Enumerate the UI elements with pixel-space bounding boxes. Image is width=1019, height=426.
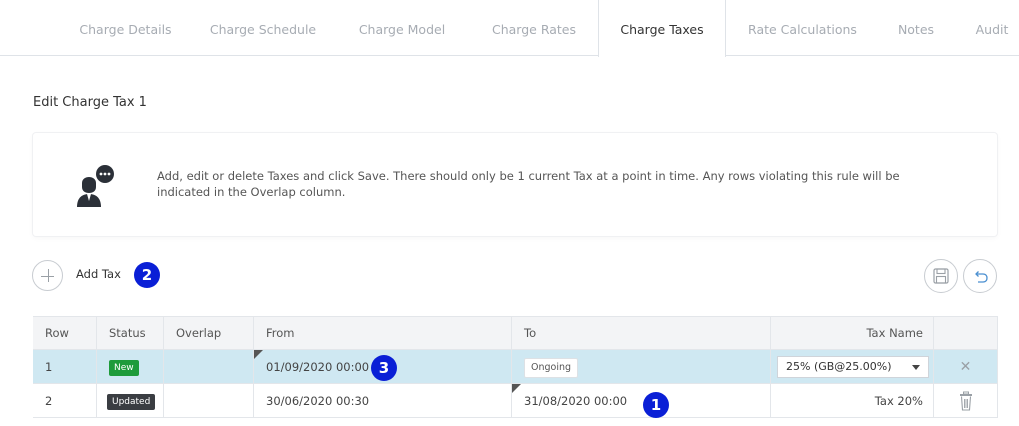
cell-tax-name[interactable]: Tax 20%: [771, 384, 934, 417]
header-status: Status: [97, 317, 164, 349]
annotation-badge-1: 1: [643, 392, 669, 418]
save-button[interactable]: [924, 259, 958, 293]
tab-charge-rates[interactable]: Charge Rates: [474, 0, 594, 56]
status-badge: New: [109, 359, 139, 376]
undo-icon: [975, 271, 988, 283]
tab-rate-calculations[interactable]: Rate Calculations: [735, 0, 870, 56]
table-row[interactable]: 2 Updated 30/06/2020 00:30 31/08/2020 00…: [33, 384, 998, 418]
close-icon[interactable]: ✕: [960, 359, 972, 375]
add-tax-label[interactable]: Add Tax: [76, 267, 121, 281]
tab-audit[interactable]: Audit: [962, 0, 1019, 56]
tab-charge-model[interactable]: Charge Model: [342, 0, 462, 56]
info-text: Add, edit or delete Taxes and click Save…: [157, 169, 900, 199]
cell-row: 2: [33, 384, 97, 417]
cell-to[interactable]: Ongoing: [512, 350, 771, 383]
edited-marker: [254, 350, 263, 359]
page-title: Edit Charge Tax 1: [33, 95, 147, 110]
cell-tax-name: 25% (GB@25.00%): [771, 350, 934, 383]
trash-icon[interactable]: [934, 384, 998, 417]
table-header-row: Row Status Overlap From To Tax Name: [33, 316, 998, 350]
support-agent-icon: [71, 163, 121, 207]
header-from: From: [254, 317, 512, 349]
cell-to[interactable]: 31/08/2020 00:00: [512, 384, 771, 417]
tab-charge-taxes[interactable]: Charge Taxes: [598, 0, 726, 57]
undo-button[interactable]: [963, 259, 997, 293]
cell-overlap: [164, 384, 254, 417]
delete-row-button[interactable]: [934, 384, 998, 417]
tax-name-select[interactable]: 25% (GB@25.00%): [777, 356, 929, 378]
annotation-badge-2: 2: [134, 262, 160, 288]
header-tax-name: Tax Name: [771, 317, 934, 349]
cell-row: 1: [33, 350, 97, 383]
tab-notes[interactable]: Notes: [880, 0, 952, 56]
header-row: Row: [33, 317, 97, 349]
remove-row-button[interactable]: ✕: [934, 350, 998, 383]
header-actions: [934, 317, 998, 349]
save-icon: [933, 268, 949, 284]
from-value: 01/09/2020 00:00: [266, 360, 370, 374]
edited-marker: [512, 384, 521, 393]
chevron-down-icon: [912, 365, 920, 370]
cell-overlap: [164, 350, 254, 383]
table-row[interactable]: 1 New 01/09/2020 00:00 Ongoing 25% (GB@2…: [33, 350, 998, 384]
to-value: 31/08/2020 00:00: [524, 394, 628, 408]
ongoing-badge: Ongoing: [524, 357, 579, 378]
header-to: To: [512, 317, 771, 349]
tab-bar: Charge Details Charge Schedule Charge Mo…: [0, 0, 1019, 57]
tab-charge-schedule[interactable]: Charge Schedule: [198, 0, 328, 56]
cell-status: Updated: [97, 384, 164, 417]
add-tax-button[interactable]: [32, 260, 63, 291]
tax-name-selected-value: 25% (GB@25.00%): [786, 360, 892, 373]
tab-charge-details[interactable]: Charge Details: [63, 0, 188, 56]
status-badge: Updated: [107, 393, 156, 410]
info-panel: Add, edit or delete Taxes and click Save…: [33, 133, 997, 236]
header-overlap: Overlap: [164, 317, 254, 349]
annotation-badge-3: 3: [371, 355, 397, 381]
cell-from[interactable]: 30/06/2020 00:30: [254, 384, 512, 417]
cell-status: New: [97, 350, 164, 383]
